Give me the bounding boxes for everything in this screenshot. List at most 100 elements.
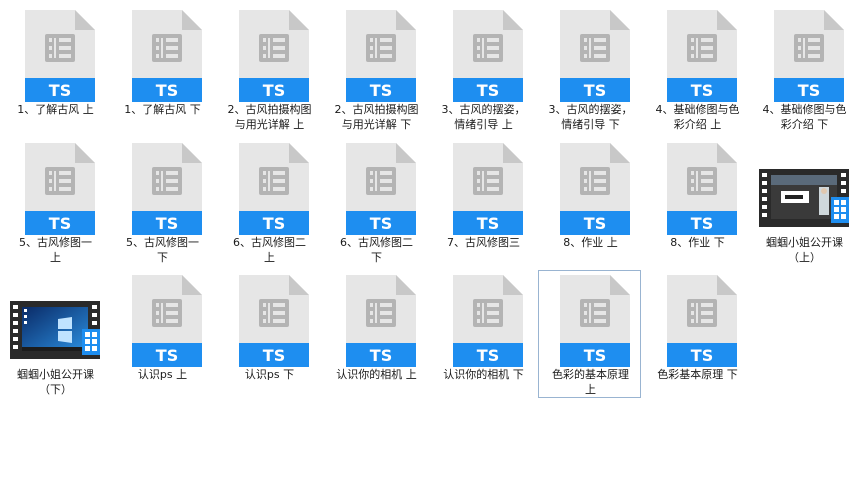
file-thumbnail: TS (646, 6, 749, 104)
file-name-label: 2、古风拍摄构图 与用光详解 下 (334, 103, 419, 131)
svg-text:TS: TS (691, 214, 713, 233)
file-name-label: 8、作业 上 (563, 236, 618, 249)
file-name-label: 6、古风修图二 下 (340, 236, 413, 264)
file-name-label: 3、古风的摆姿， 情绪引导 下 (548, 103, 633, 131)
svg-text:TS: TS (263, 81, 285, 100)
file-thumbnail: TS (325, 271, 428, 369)
video-file-item[interactable]: 蝈蝈小姐公开课 （下） (3, 270, 106, 398)
ts-file-item[interactable]: TS 8、作业 上 (538, 138, 641, 266)
svg-text:TS: TS (370, 214, 392, 233)
file-name-label: 认识你的相机 下 (443, 368, 524, 381)
svg-text:TS: TS (156, 346, 178, 365)
ts-file-icon: TS (667, 10, 737, 102)
svg-text:TS: TS (477, 214, 499, 233)
ts-file-icon: TS (667, 275, 737, 367)
file-thumbnail: TS (325, 6, 428, 104)
file-name-label: 8、作业 下 (670, 236, 725, 249)
ts-file-icon: TS (453, 143, 523, 235)
svg-text:TS: TS (798, 81, 820, 100)
ts-file-item[interactable]: TS 4、基础修图与色 彩介绍 上 (645, 5, 748, 133)
ts-file-item[interactable]: TS 6、古风修图二 下 (324, 138, 427, 266)
ts-file-item[interactable]: TS 3、古风的摆姿， 情绪引导 下 (538, 5, 641, 133)
ts-file-item[interactable]: TS 5、古风修图一 上 (3, 138, 106, 266)
ts-file-icon: TS (239, 275, 309, 367)
ts-file-icon: TS (132, 10, 202, 102)
ts-file-icon: TS (132, 143, 202, 235)
file-thumbnail: TS (111, 271, 214, 369)
ts-file-icon: TS (346, 275, 416, 367)
ts-file-icon: TS (346, 10, 416, 102)
ts-file-item[interactable]: TS 2、古风拍摄构图 与用光详解 下 (324, 5, 427, 133)
ts-file-item[interactable]: TS 7、古风修图三 (431, 138, 534, 266)
file-name-label: 4、基础修图与色 彩介绍 下 (762, 103, 847, 131)
ts-file-item[interactable]: TS 色彩的基本原理 上 (538, 270, 641, 398)
file-name-label: 6、古风修图二 上 (233, 236, 306, 264)
svg-text:TS: TS (263, 214, 285, 233)
file-name-label: 7、古风修图三 (447, 236, 520, 249)
file-thumbnail: TS (4, 139, 107, 237)
file-thumbnail: TS (753, 6, 856, 104)
ts-file-item[interactable]: TS 5、古风修图一 下 (110, 138, 213, 266)
ts-file-icon: TS (25, 10, 95, 102)
file-name-label: 3、古风的摆姿， 情绪引导 上 (441, 103, 526, 131)
file-name-label: 色彩基本原理 下 (657, 368, 738, 381)
file-thumbnail (753, 139, 856, 237)
svg-text:TS: TS (370, 346, 392, 365)
ts-file-item[interactable]: TS 8、作业 下 (645, 138, 748, 266)
svg-text:TS: TS (49, 214, 71, 233)
file-thumbnail: TS (218, 6, 321, 104)
video-thumbnail-icon (10, 301, 100, 359)
svg-text:TS: TS (584, 214, 606, 233)
svg-text:TS: TS (691, 81, 713, 100)
ts-file-item[interactable]: TS 3、古风的摆姿， 情绪引导 上 (431, 5, 534, 133)
file-thumbnail: TS (4, 6, 107, 104)
ts-file-icon: TS (667, 143, 737, 235)
file-grid: TS 1、了解古风 上 TS 1、了解古风 下 TS 2、古风拍摄构图 与用光详… (0, 0, 862, 480)
file-name-label: 1、了解古风 下 (124, 103, 201, 116)
svg-text:TS: TS (49, 81, 71, 100)
ts-file-item[interactable]: TS 认识ps 下 (217, 270, 320, 398)
ts-file-icon: TS (346, 143, 416, 235)
file-name-label: 蝈蝈小姐公开课 （上） (766, 236, 843, 264)
file-thumbnail: TS (432, 139, 535, 237)
svg-text:TS: TS (156, 81, 178, 100)
ts-file-item[interactable]: TS 1、了解古风 上 (3, 5, 106, 133)
file-thumbnail: TS (218, 139, 321, 237)
ts-file-item[interactable]: TS 2、古风拍摄构图 与用光详解 上 (217, 5, 320, 133)
file-thumbnail: TS (432, 271, 535, 369)
ts-file-icon: TS (560, 10, 630, 102)
ts-file-item[interactable]: TS 认识你的相机 下 (431, 270, 534, 398)
file-thumbnail (4, 271, 107, 369)
svg-text:TS: TS (691, 346, 713, 365)
ts-file-item[interactable]: TS 认识你的相机 上 (324, 270, 427, 398)
file-thumbnail: TS (539, 139, 642, 237)
ts-file-item[interactable]: TS 4、基础修图与色 彩介绍 下 (752, 5, 855, 133)
ts-file-icon: TS (132, 275, 202, 367)
file-thumbnail: TS (111, 6, 214, 104)
file-thumbnail: TS (646, 139, 749, 237)
file-thumbnail: TS (218, 271, 321, 369)
svg-text:TS: TS (263, 346, 285, 365)
ts-file-item[interactable]: TS 色彩基本原理 下 (645, 270, 748, 398)
file-thumbnail: TS (432, 6, 535, 104)
ts-file-item[interactable]: TS 认识ps 上 (110, 270, 213, 398)
ts-file-item[interactable]: TS 6、古风修图二 上 (217, 138, 320, 266)
ts-file-item[interactable]: TS 1、了解古风 下 (110, 5, 213, 133)
file-name-label: 5、古风修图一 上 (19, 236, 92, 264)
ts-file-icon: TS (239, 143, 309, 235)
video-thumbnail-icon (759, 169, 849, 227)
file-name-label: 4、基础修图与色 彩介绍 上 (655, 103, 740, 131)
file-thumbnail: TS (646, 271, 749, 369)
svg-text:TS: TS (156, 214, 178, 233)
video-file-item[interactable]: 蝈蝈小姐公开课 （上） (752, 138, 855, 266)
ts-file-icon: TS (774, 10, 844, 102)
svg-text:TS: TS (477, 81, 499, 100)
file-name-label: 2、古风拍摄构图 与用光详解 上 (227, 103, 312, 131)
ts-file-icon: TS (25, 143, 95, 235)
svg-text:TS: TS (370, 81, 392, 100)
ts-file-icon: TS (453, 10, 523, 102)
file-thumbnail: TS (325, 139, 428, 237)
file-thumbnail: TS (539, 271, 642, 369)
ts-file-icon: TS (560, 143, 630, 235)
file-thumbnail: TS (539, 6, 642, 104)
